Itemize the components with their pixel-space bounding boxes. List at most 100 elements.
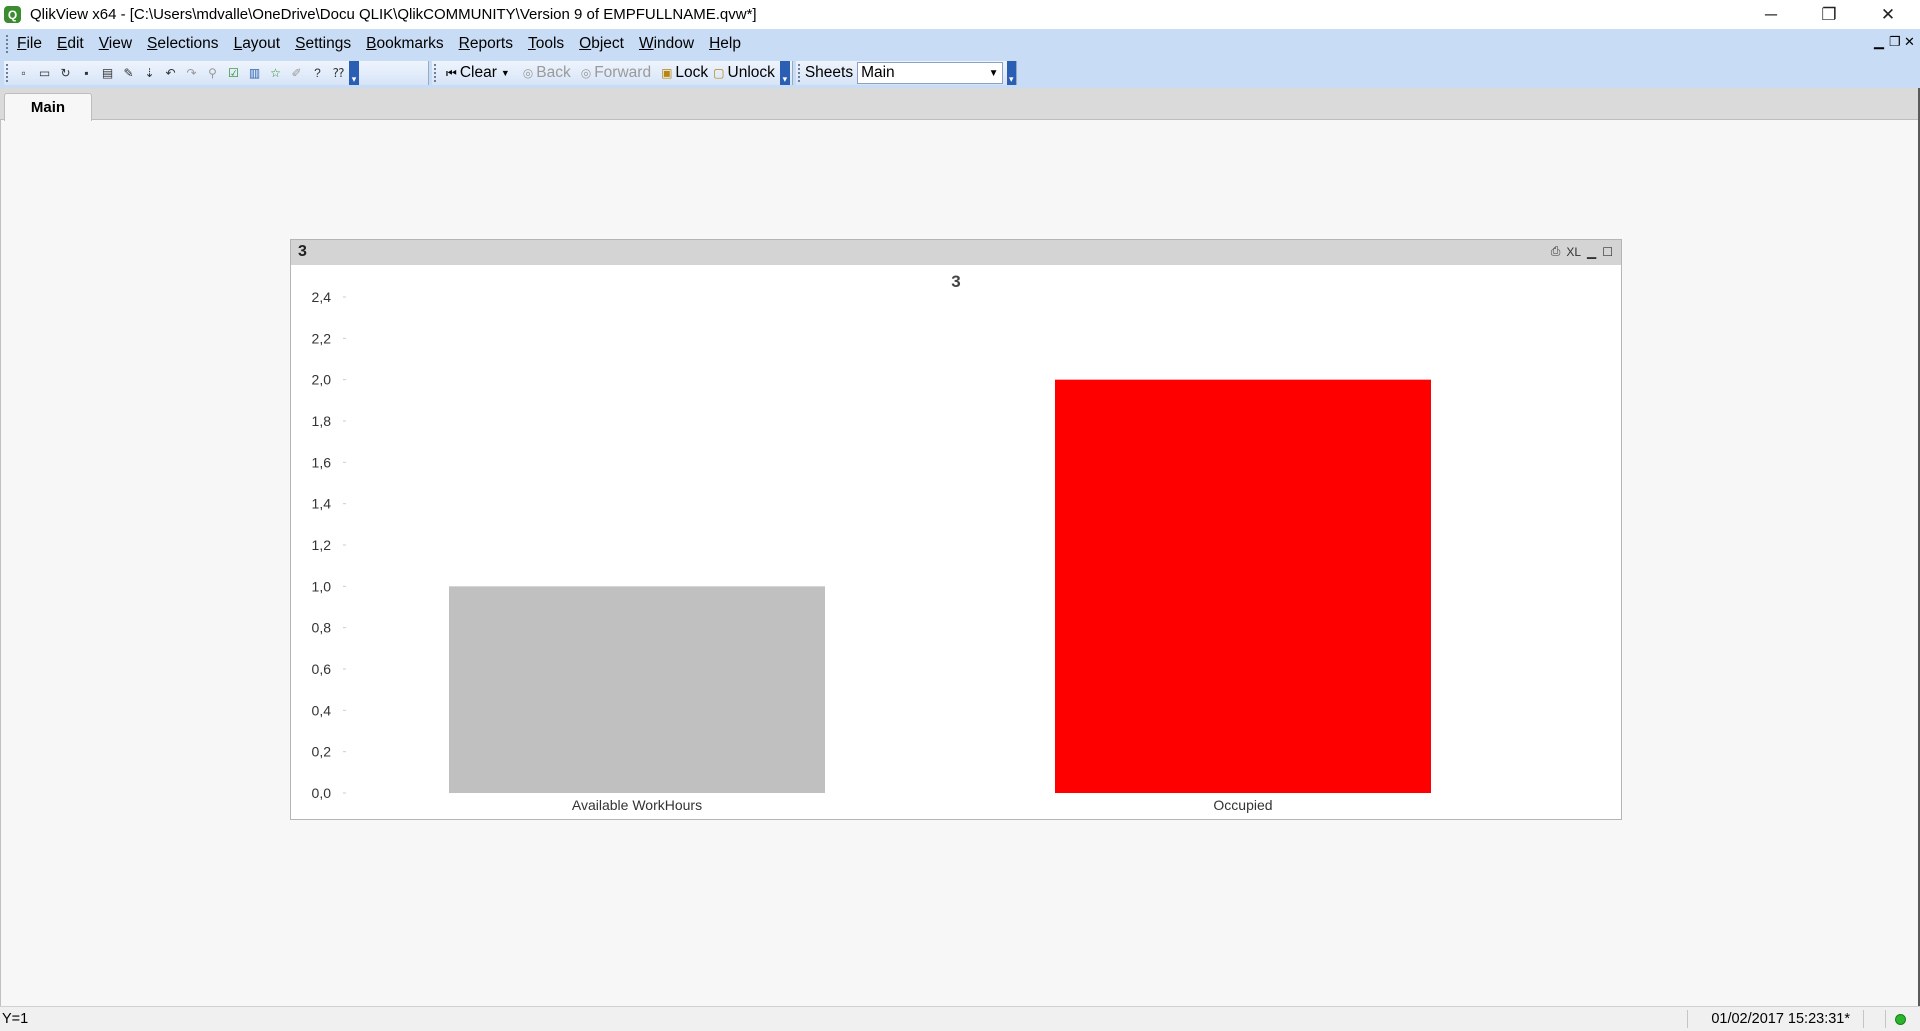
open-folder-icon[interactable]: ▭ — [37, 66, 52, 81]
standard-toolbar: ▫ ▭ ↻ ▪ ▤ ✎ ⇣ ↶ ↷ ⚲ ☑ ▥ ☆ ✐ ? ⁇ ▾ — [4, 61, 429, 85]
sheets-toolbar-grip[interactable] — [798, 64, 803, 82]
menu-item-accelerator: B — [366, 34, 377, 52]
lock-icon: ▣ — [661, 66, 673, 80]
status-timestamp: 01/02/2017 15:23:31* — [1711, 1011, 1850, 1027]
favorite-star-icon[interactable]: ☆ — [268, 66, 283, 81]
unlock-button[interactable]: ▢ Unlock — [713, 64, 775, 82]
toolbar: ▫ ▭ ↻ ▪ ▤ ✎ ⇣ ↶ ↷ ⚲ ☑ ▥ ☆ ✐ ? ⁇ ▾ ⏮ Clea… — [0, 58, 1920, 89]
toolbar-overflow-button[interactable]: ▾ — [349, 61, 359, 85]
title-bar: Q QlikView x64 - [C:\Users\mdvalle\OneDr… — [0, 0, 1920, 29]
x-category-label[interactable]: Available WorkHours — [572, 797, 702, 813]
menu-item-reports[interactable]: Reports — [459, 35, 513, 53]
menu-item-edit[interactable]: Edit — [57, 35, 84, 53]
forward-button[interactable]: ◎ Forward — [581, 64, 651, 82]
bar-chart-object[interactable]: 3 ⎙ XL ▁ ☐ 3 0,0 0,2 0,4 0,6 0,8 1,0 1,2 1,4 1,6 1… — [290, 239, 1622, 820]
chart-caption-title: 3 — [298, 243, 307, 260]
menu-item-accelerator: W — [638, 34, 654, 52]
back-label: Back — [536, 64, 571, 81]
unlock-icon: ▢ — [713, 66, 725, 80]
qlikview-app-icon[interactable]: Q — [4, 6, 21, 23]
y-tick-label: 2,0 — [312, 372, 332, 388]
back-button[interactable]: ◎ Back — [523, 64, 571, 82]
menu-item-help[interactable]: Help — [709, 35, 741, 53]
mdi-close-button[interactable]: ✕ — [1904, 34, 1915, 50]
mdi-restore-button[interactable]: ❐ — [1889, 34, 1901, 50]
menu-item-label: eports — [469, 34, 513, 52]
y-tick-label: 1,6 — [312, 454, 332, 470]
restore-icon: ❐ — [1821, 4, 1837, 24]
navigation-toolbar-overflow-button[interactable]: ▾ — [779, 61, 790, 85]
design-pencil-icon[interactable]: ✐ — [289, 66, 304, 81]
clear-label: Clear — [459, 64, 497, 81]
menu-item-accelerator: S — [147, 34, 158, 52]
toolbar-grip[interactable] — [6, 64, 11, 82]
chevron-down-icon: ▼ — [500, 68, 510, 78]
back-icon: ◎ — [522, 66, 534, 80]
clear-icon: ⏮ — [446, 65, 457, 80]
bar-available-workhours[interactable] — [449, 586, 825, 793]
navigation-toolbar-grip[interactable] — [434, 64, 439, 82]
sheets-selected-value: Main — [861, 64, 895, 81]
menu-item-label: elections — [157, 34, 219, 52]
menu-item-window[interactable]: Window — [639, 35, 694, 53]
chart-wizard-icon[interactable]: ▥ — [247, 66, 262, 81]
help-icon[interactable]: ? — [310, 66, 325, 81]
menu-item-object[interactable]: Object — [579, 35, 624, 53]
sheets-dropdown[interactable]: Main ▼ — [857, 62, 1003, 84]
close-window-button[interactable]: ✕ — [1858, 0, 1918, 29]
menu-item-bookmarks[interactable]: Bookmarks — [366, 35, 444, 53]
menu-grip[interactable] — [6, 34, 11, 53]
menu-item-layout[interactable]: Layout — [234, 35, 281, 53]
menu-item-accelerator: S — [295, 34, 306, 52]
lock-button[interactable]: ▣ Lock — [661, 64, 708, 82]
connection-status-icon — [1895, 1014, 1906, 1025]
sheets-label: Sheets — [804, 64, 854, 81]
x-category-label[interactable]: Occupied — [1213, 797, 1272, 813]
bar-occupied[interactable] — [1055, 379, 1431, 793]
menu-item-label: ettings — [305, 34, 352, 52]
menu-item-selections[interactable]: Selections — [147, 35, 219, 53]
y-tick-label: 2,4 — [312, 289, 332, 305]
print-icon[interactable]: ▤ — [100, 66, 115, 81]
bar-chart[interactable]: 3 0,0 0,2 0,4 0,6 0,8 1,0 1,2 1,4 1,6 1,8 2,0 2,2 2,4… — [291, 265, 1621, 819]
maximize-icon[interactable]: ☐ — [1602, 245, 1613, 259]
y-tick-label: 0,0 — [312, 785, 332, 801]
menu-item-view[interactable]: View — [99, 35, 132, 53]
menu-item-label: dit — [67, 34, 84, 52]
context-help-icon[interactable]: ⁇ — [331, 66, 346, 81]
mdi-minimize-button[interactable]: ▁ — [1874, 34, 1884, 50]
minimize-icon[interactable]: ▁ — [1587, 245, 1596, 259]
menu-item-label: ile — [26, 34, 42, 52]
menu-item-tools[interactable]: Tools — [528, 35, 564, 53]
open-server-icon[interactable]: ↻ — [58, 66, 73, 81]
tab-main[interactable]: Main — [4, 93, 92, 121]
new-document-icon[interactable]: ▫ — [16, 66, 31, 81]
print-icon[interactable]: ⎙ — [1551, 244, 1561, 259]
clear-button[interactable]: ⏮ Clear ▼ — [446, 64, 513, 82]
chart-caption-bar[interactable]: 3 ⎙ XL ▁ ☐ — [291, 240, 1621, 265]
redo-icon[interactable]: ↷ — [184, 66, 199, 81]
xl-export-icon[interactable]: XL — [1566, 245, 1581, 259]
search-icon[interactable]: ⚲ — [205, 66, 220, 81]
menu-item-label: elp — [720, 34, 741, 52]
status-separator — [1687, 1010, 1688, 1028]
menu-item-settings[interactable]: Settings — [295, 35, 351, 53]
menu-item-label: indow — [653, 34, 695, 52]
save-icon[interactable]: ▪ — [79, 66, 94, 81]
menu-item-accelerator: E — [56, 34, 68, 52]
menu-item-accelerator: L — [233, 34, 243, 52]
forward-icon: ◎ — [580, 66, 592, 80]
minimize-icon: ─ — [1764, 4, 1778, 24]
menu-bar: File Edit View Selections Layout Settings Book… — [0, 29, 1920, 58]
y-tick-label: 2,2 — [312, 330, 332, 346]
select-all-icon[interactable]: ☑ — [226, 66, 241, 81]
edit-script-icon[interactable]: ✎ — [121, 66, 136, 81]
minimize-window-button[interactable]: ─ — [1742, 0, 1800, 29]
reload-icon[interactable]: ⇣ — [142, 66, 157, 81]
menu-item-accelerator: T — [527, 34, 536, 52]
sheets-toolbar-overflow-button[interactable]: ▾ — [1006, 61, 1016, 85]
restore-window-button[interactable]: ❐ — [1800, 0, 1858, 29]
navigation-toolbar: ⏮ Clear ▼ ◎ Back ◎ Forward ▣ Lock ▢ Unlo… — [432, 61, 793, 85]
undo-icon[interactable]: ↶ — [163, 66, 178, 81]
menu-item-file[interactable]: File — [17, 35, 42, 53]
